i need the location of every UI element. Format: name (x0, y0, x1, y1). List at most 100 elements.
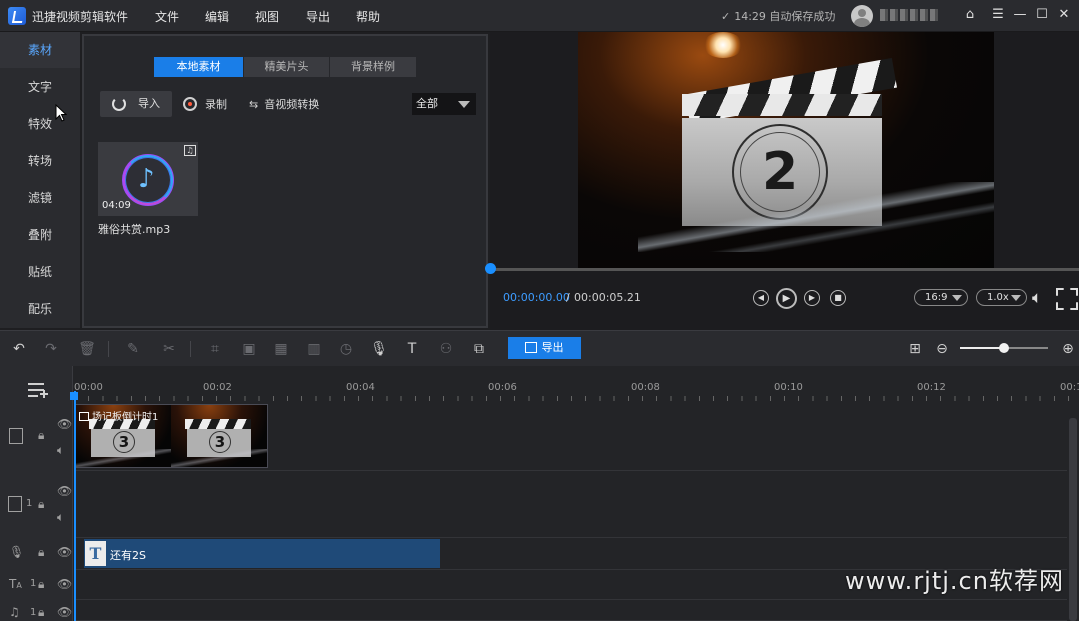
music-track-icon: ♫ (9, 605, 20, 619)
cut-icon[interactable]: ✂ (160, 340, 178, 358)
sidebar-item-transitions[interactable]: 转场 (0, 143, 80, 179)
import-label: 导入 (138, 97, 160, 110)
text-style-icon[interactable]: T (403, 340, 421, 358)
tab-backgrounds[interactable]: 背景样例 (330, 57, 416, 77)
export-label: 导出 (541, 341, 564, 354)
lock-icon[interactable]: 🔒︎ (38, 605, 44, 620)
aspect-icon[interactable]: ▣ (240, 340, 258, 358)
mouse-cursor-icon (55, 104, 67, 122)
export-button[interactable]: 导出 (508, 337, 581, 359)
playhead-handle[interactable] (70, 392, 78, 400)
zoom-out-icon[interactable]: ⊖ (933, 340, 951, 358)
eye-icon[interactable]: 👁︎ (57, 545, 72, 559)
tab-local-material[interactable]: 本地素材 (154, 57, 243, 77)
time-total: 00:00:05.21 (574, 291, 641, 304)
ruler-label: 00:10 (774, 382, 803, 393)
stop-button[interactable]: ■ (830, 290, 846, 306)
sidebar-item-material[interactable]: 素材 (0, 32, 80, 68)
minimize-icon[interactable]: — (1011, 6, 1029, 24)
audio-edit-icon[interactable]: ▥ (305, 340, 323, 358)
delete-icon[interactable]: 🗑︎ (78, 340, 96, 358)
lock-icon[interactable]: 🔒︎ (38, 545, 44, 560)
next-frame-button[interactable]: ▶ (804, 290, 820, 306)
zoom-slider-knob[interactable] (999, 343, 1009, 353)
add-track-icon[interactable] (28, 383, 48, 399)
music-note-icon: ♪ (138, 164, 155, 194)
redo-icon[interactable]: ↷ (42, 340, 60, 358)
home-icon[interactable]: ⌂ (961, 6, 979, 24)
menu-view[interactable]: 视图 (255, 8, 279, 25)
duration-icon[interactable]: ◷ (337, 340, 355, 358)
sidebar-item-stickers[interactable]: 贴纸 (0, 254, 80, 290)
media-item[interactable]: ♪ ♫ 04:09 (98, 142, 198, 216)
crop-icon[interactable]: ⌗ (206, 340, 224, 358)
convert-label: 音视频转换 (264, 98, 320, 111)
fit-timeline-icon[interactable]: ⊞ (906, 340, 924, 358)
track-number: 1 (30, 607, 37, 618)
prev-frame-button[interactable]: ◀ (753, 290, 769, 306)
play-button[interactable]: ▶ (776, 288, 797, 309)
menu-help[interactable]: 帮助 (356, 8, 380, 25)
tab-intros[interactable]: 精美片头 (244, 57, 329, 77)
title-bar: 迅捷视频剪辑软件 文件 编辑 视图 导出 帮助 ✓ 14:29 自动保存成功 ⌂ … (0, 0, 1079, 32)
username-blurred[interactable] (880, 9, 940, 21)
speaker-icon[interactable]: 🔈︎ (57, 510, 64, 525)
pip-icon (8, 496, 22, 512)
play-icon: ▶ (782, 293, 791, 304)
undo-icon[interactable]: ↶ (10, 340, 28, 358)
speaker-icon[interactable]: 🔈︎ (57, 443, 64, 458)
preview-progress-knob[interactable] (485, 263, 496, 274)
close-icon[interactable]: ✕ (1055, 6, 1073, 24)
export-icon (525, 342, 537, 353)
eye-icon[interactable]: 👁︎ (57, 484, 72, 498)
pip-track (74, 471, 1067, 538)
sidebar-item-overlay[interactable]: 叠附 (0, 217, 80, 253)
preview-progress-track[interactable] (490, 268, 1079, 271)
layers-icon[interactable]: ⧉ (470, 340, 488, 358)
track-number: 1 (30, 578, 37, 589)
aspect-ratio-value: 16:9 (925, 292, 948, 303)
volume-icon[interactable]: 🔈︎ (1032, 288, 1042, 308)
edit-icon[interactable]: ✎ (124, 340, 142, 358)
avatar[interactable] (851, 5, 873, 27)
menu-edit[interactable]: 编辑 (205, 8, 229, 25)
timeline-scrollbar[interactable] (1069, 418, 1077, 621)
import-button[interactable]: 导入 (100, 91, 172, 117)
zoom-in-icon[interactable]: ⊕ (1059, 340, 1077, 358)
app-title: 迅捷视频剪辑软件 (32, 10, 129, 24)
lock-icon[interactable]: 🔒︎ (38, 497, 44, 512)
lock-icon[interactable]: 🔒︎ (38, 577, 44, 592)
maximize-icon[interactable]: ☐ (1033, 6, 1051, 24)
sidebar-item-music[interactable]: 配乐 (0, 291, 80, 327)
record-label: 录制 (205, 98, 227, 111)
eye-icon[interactable]: 👁︎ (57, 417, 72, 431)
preview-frame: 2 (578, 32, 994, 268)
ruler-label: 00:00 (74, 382, 103, 393)
music-track (74, 600, 1067, 621)
filter-value: 全部 (416, 97, 438, 110)
filter-select[interactable]: 全部 (412, 93, 476, 115)
eye-icon[interactable]: 👁︎ (57, 577, 72, 591)
sidebar-item-text[interactable]: 文字 (0, 69, 80, 105)
menu-export[interactable]: 导出 (306, 8, 330, 25)
divider (108, 341, 109, 357)
menu-file[interactable]: 文件 (155, 8, 179, 25)
playhead[interactable] (74, 391, 76, 621)
ruler-label: 00:02 (203, 382, 232, 393)
sidebar-item-filters[interactable]: 滤镜 (0, 180, 80, 216)
lock-icon[interactable]: 🔒︎ (38, 428, 44, 443)
light-streak (638, 182, 994, 252)
speed-select[interactable]: 1.0x (976, 289, 1027, 306)
mosaic-icon[interactable]: ▦ (272, 340, 290, 358)
text-clip[interactable]: T 还有2S (84, 539, 440, 568)
video-clip[interactable]: 3 3 场记板倒计时1 (74, 404, 268, 468)
convert-button[interactable]: ⇆ 音视频转换 (249, 96, 319, 112)
aspect-ratio-select[interactable]: 16:9 (914, 289, 968, 306)
color-icon[interactable]: ⚇ (437, 340, 455, 358)
sidebar-item-effects[interactable]: 特效 (0, 106, 80, 142)
menu-icon[interactable]: ☰ (989, 6, 1007, 24)
fullscreen-icon[interactable] (1056, 288, 1074, 306)
record-button[interactable]: 录制 (183, 96, 227, 112)
eye-icon[interactable]: 👁︎ (57, 605, 72, 619)
microphone-icon[interactable]: 🎙︎ (370, 340, 388, 358)
